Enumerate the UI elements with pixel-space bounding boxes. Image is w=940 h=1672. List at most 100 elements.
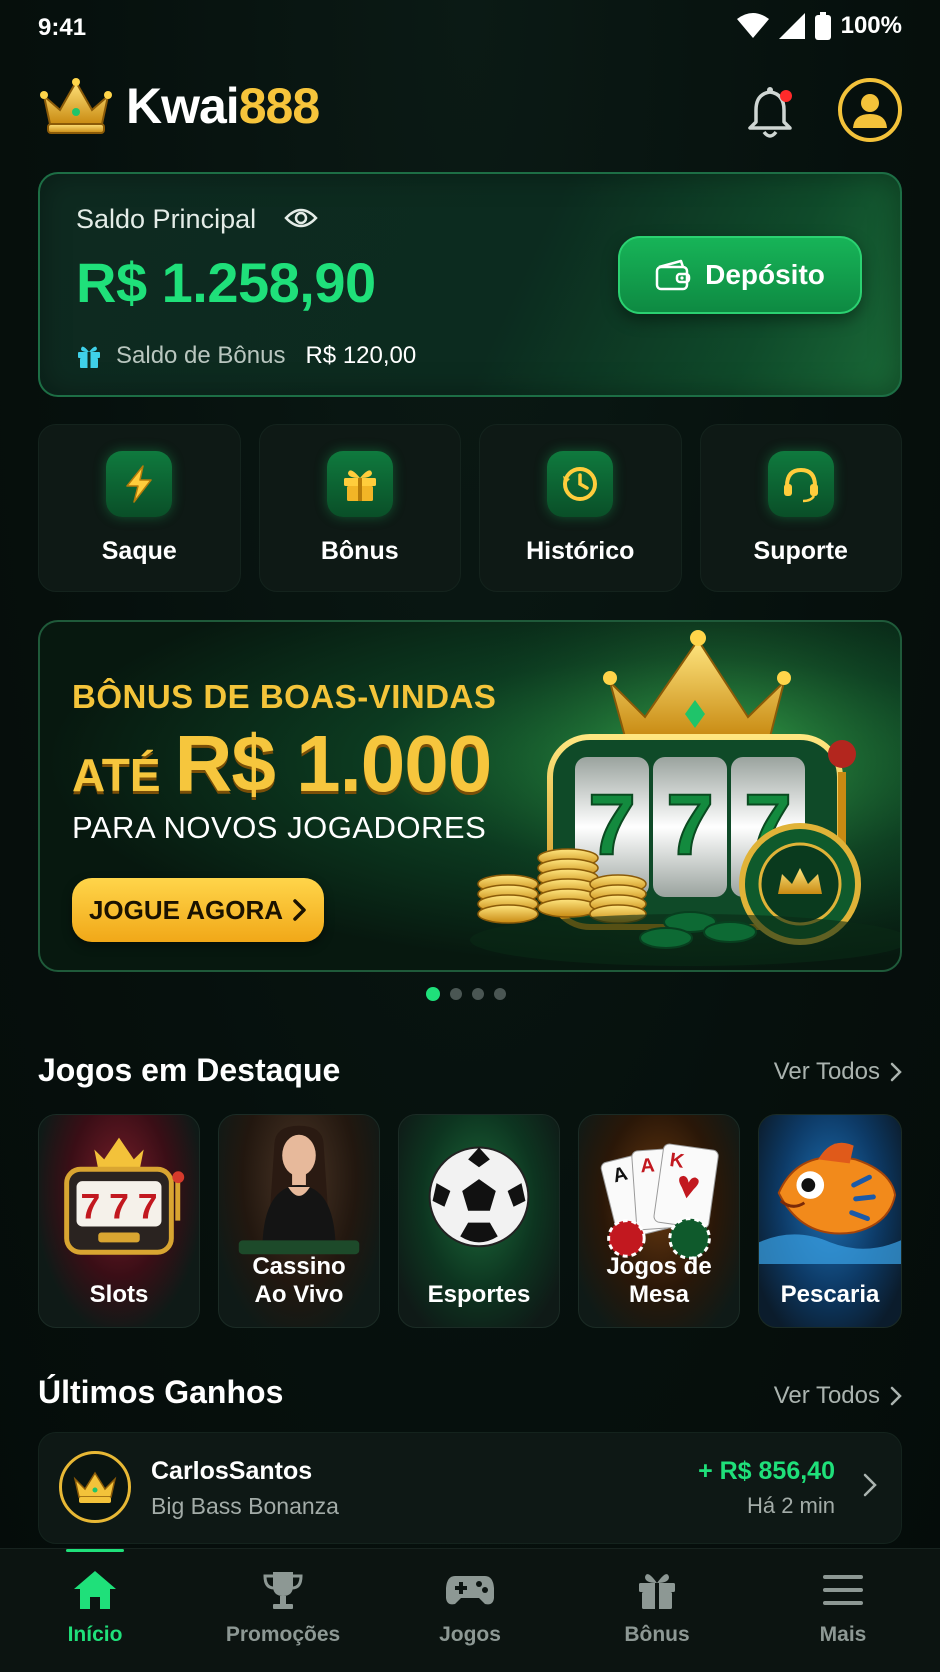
gift-icon	[78, 346, 100, 368]
recent-wins-title: Últimos Ganhos	[38, 1374, 284, 1410]
gamepad-icon	[385, 1565, 555, 1615]
svg-text:7: 7	[109, 1187, 129, 1227]
balance-label: Saldo Principal	[76, 204, 257, 234]
headset-icon	[767, 451, 834, 517]
nav-tab-bonus[interactable]: Bônus	[572, 1565, 742, 1647]
nav-label: Promoções	[225, 1623, 341, 1646]
soccer-ball-icon	[428, 1146, 530, 1248]
logo-text-part2: 888	[238, 78, 320, 134]
nav-label: Início	[67, 1623, 123, 1646]
quick-action-suporte[interactable]: Suporte	[699, 424, 902, 592]
game-label: Esportes	[427, 1281, 531, 1308]
quick-actions: Saque Bônus Histórico Suporte	[38, 424, 902, 592]
signal-icon	[778, 13, 805, 39]
quick-action-label: Histórico	[526, 537, 635, 565]
slot-machine-icon: 7 7 7	[64, 1137, 185, 1255]
bonus-balance-label: Saldo de Bônus	[116, 342, 286, 369]
nav-tab-promotions[interactable]: Promoções	[198, 1565, 368, 1647]
lightning-icon	[106, 451, 173, 517]
bottom-navigation: Início Promoções Jogos Bônus Mais	[0, 1548, 940, 1672]
app-logo[interactable]: Kwai888	[38, 76, 320, 136]
winner-amount: + R$ 856,40	[698, 1457, 835, 1485]
chevron-right-icon	[293, 899, 306, 921]
chevron-right-icon	[890, 1386, 902, 1406]
bell-icon	[748, 87, 792, 138]
quick-action-label: Bônus	[320, 537, 399, 565]
wins-see-all-link[interactable]: Ver Todos	[774, 1382, 902, 1410]
banner-amount: R$ 1.000	[174, 719, 493, 808]
gift-icon	[572, 1565, 742, 1615]
svg-text:7: 7	[80, 1187, 100, 1227]
see-all-label: Ver Todos	[773, 1058, 880, 1085]
status-bar: 9:41 100%	[0, 0, 940, 58]
active-tab-indicator	[66, 1549, 124, 1552]
featured-games-title: Jogos em Destaque	[38, 1052, 341, 1088]
pagination-dot-active[interactable]	[426, 987, 440, 1001]
nav-tab-games[interactable]: Jogos	[385, 1565, 555, 1647]
slot-machine-illustration: 7 7 7	[440, 622, 900, 970]
play-now-label: JOGUE AGORA	[88, 894, 284, 925]
app-screen: 9:41 100% Kwai888 Saldo Principal R$ 1.2…	[0, 0, 940, 1672]
banner-pagination	[426, 987, 506, 1001]
playing-cards-icon: A A K	[600, 1143, 719, 1260]
featured-games-carousel: 7 7 7 Slots Cassino Ao Vivo Esportes A A…	[38, 1114, 940, 1328]
crown-icon	[73, 1471, 117, 1503]
eye-icon[interactable]	[284, 206, 318, 230]
nav-tab-more[interactable]: Mais	[758, 1565, 928, 1647]
status-icons: 100%	[736, 12, 902, 40]
banner-amount-row: ATÉ R$ 1.000	[72, 718, 493, 810]
notification-dot	[780, 90, 792, 102]
quick-action-bonus[interactable]: Bônus	[258, 424, 461, 592]
game-card-sports[interactable]: Esportes	[398, 1114, 560, 1328]
status-time: 9:41	[38, 14, 87, 41]
svg-text:7: 7	[666, 777, 714, 873]
quick-action-label: Suporte	[753, 537, 848, 565]
banner-amount-prefix: ATÉ	[72, 749, 161, 801]
pagination-dot[interactable]	[494, 988, 506, 1000]
recent-win-item[interactable]: CarlosSantos Big Bass Bonanza + R$ 856,4…	[38, 1432, 902, 1544]
winner-game: Big Bass Bonanza	[151, 1493, 339, 1519]
bonus-balance-value: R$ 120,00	[305, 342, 417, 369]
notifications-button[interactable]	[746, 84, 798, 140]
see-all-label: Ver Todos	[773, 1382, 880, 1409]
pagination-dot[interactable]	[450, 988, 462, 1000]
profile-button[interactable]	[838, 78, 902, 142]
logo-text: Kwai888	[126, 77, 320, 135]
app-header: Kwai888	[38, 76, 902, 148]
nav-label: Bônus	[624, 1623, 690, 1646]
nav-label: Mais	[819, 1623, 867, 1646]
fish-icon	[759, 1142, 901, 1264]
gift-icon	[326, 451, 393, 517]
game-card-fishing[interactable]: Pescaria	[758, 1114, 902, 1328]
game-label: Pescaria	[780, 1281, 880, 1308]
banner-headline: BÔNUS DE BOAS-VINDAS	[72, 678, 497, 715]
winner-time: Há 2 min	[746, 1493, 835, 1518]
deposit-button[interactable]: Depósito	[618, 236, 862, 314]
svg-text:A: A	[640, 1154, 656, 1177]
quick-action-saque[interactable]: Saque	[38, 424, 241, 592]
user-icon	[853, 94, 887, 128]
battery-icon	[814, 12, 831, 40]
crown-logo-icon	[40, 78, 112, 134]
live-dealer-icon	[238, 1125, 360, 1255]
logo-text-part1: Kwai	[126, 78, 240, 134]
promo-banner[interactable]: 7 7 7 BÔNUS DE BOAS-VINDAS ATÉ R$ 1.000 …	[38, 620, 902, 972]
deposit-label: Depósito	[705, 259, 825, 290]
pagination-dot[interactable]	[472, 988, 484, 1000]
banner-subtitle: PARA NOVOS JOGADORES	[72, 810, 487, 845]
chevron-right-icon	[863, 1473, 877, 1497]
quick-action-label: Saque	[101, 537, 177, 565]
clock-icon	[547, 451, 614, 517]
play-now-button[interactable]: JOGUE AGORA	[72, 878, 324, 942]
chevron-right-icon	[890, 1062, 902, 1082]
bonus-balance-row: Saldo de Bônus R$ 120,00	[76, 342, 416, 370]
featured-see-all-link[interactable]: Ver Todos	[774, 1058, 902, 1086]
home-icon	[10, 1565, 180, 1615]
game-card-slots[interactable]: 7 7 7 Slots	[38, 1114, 200, 1328]
game-card-live-casino[interactable]: Cassino Ao Vivo	[218, 1114, 380, 1328]
nav-tab-home[interactable]: Início	[10, 1565, 180, 1647]
winner-avatar	[59, 1451, 131, 1523]
game-card-table-games[interactable]: A A K Jogos de Mesa	[578, 1114, 740, 1328]
quick-action-historico[interactable]: Histórico	[479, 424, 682, 592]
game-label: Cassino Ao Vivo	[219, 1253, 379, 1309]
